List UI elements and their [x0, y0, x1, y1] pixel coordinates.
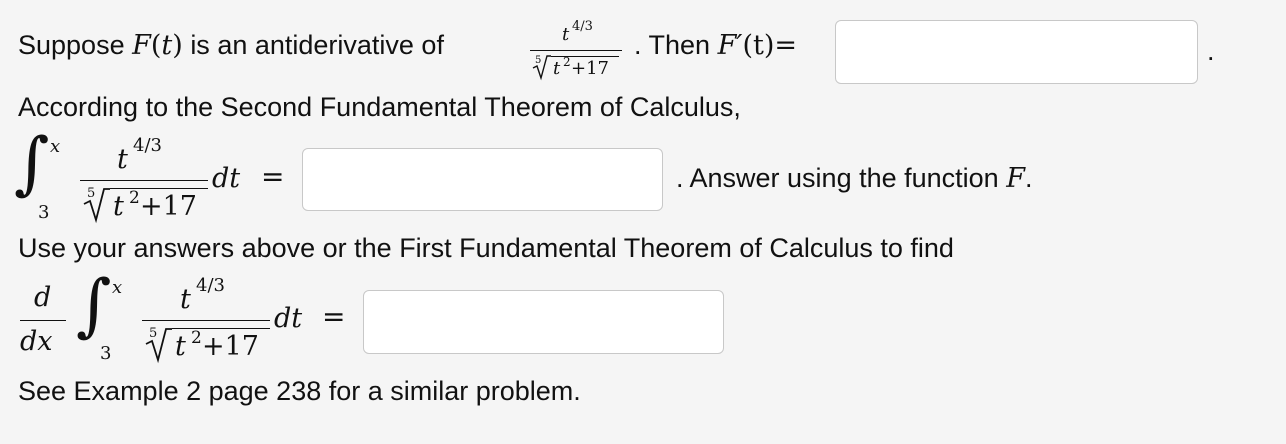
- answer-3-input[interactable]: [363, 290, 724, 354]
- line1-var: t: [161, 30, 173, 61]
- integral-1-upper: x: [50, 136, 61, 157]
- line1-eq: (t)=: [742, 30, 797, 61]
- problem-footer: See Example 2 page 238 for a similar pro…: [18, 376, 581, 406]
- integral-2-radical-overline: [172, 328, 270, 329]
- integral-1-fraction-bar: [80, 180, 208, 181]
- line1-prefix: Suppose: [18, 30, 125, 60]
- integral-2-numerator-exp: 4/3: [196, 275, 225, 296]
- derivative-fraction-bar: [20, 320, 66, 321]
- inline-denom-plus: +17: [571, 58, 609, 79]
- problem-line-4: Use your answers above or the First Fund…: [18, 233, 954, 263]
- line3-func: F: [1006, 163, 1025, 194]
- line1-period: .: [1207, 36, 1215, 66]
- answer-2-input[interactable]: [302, 148, 663, 211]
- integral-2-lower: 3: [100, 343, 112, 364]
- line1-then: . Then: [634, 30, 711, 60]
- integral-2-sign: ∫: [76, 266, 112, 345]
- integral-2-numerator-base: t: [180, 284, 191, 315]
- integral-1-denom-exp: 2: [129, 188, 140, 208]
- integral-2-dt: dt: [274, 303, 303, 334]
- integral-2-root-index: 5: [149, 326, 158, 341]
- inline-numerator-base: t: [562, 24, 570, 45]
- derivative-d: d: [34, 282, 52, 313]
- inline-root-index: 5: [535, 55, 542, 66]
- inline-denom-exp: 2: [563, 55, 571, 69]
- problem-line-1: Suppose F(t) is an antiderivative of: [18, 30, 444, 61]
- integral-1-equals: =: [261, 160, 285, 193]
- problem-line-2: According to the Second Fundamental Theo…: [18, 92, 741, 122]
- inline-numerator-exp: 4/3: [572, 19, 593, 34]
- integral-1-radical-overline: [110, 188, 208, 189]
- inline-denom-base: t: [553, 58, 561, 79]
- answer-1-input[interactable]: [835, 20, 1198, 84]
- integral-2-fraction-bar: [142, 320, 270, 321]
- integral-1-root-index: 5: [87, 186, 96, 201]
- integral-2-denom-plus: +17: [202, 331, 259, 362]
- line3-period: .: [1024, 163, 1033, 193]
- integral-2-upper: x: [112, 277, 123, 298]
- integral-2-denom-exp: 2: [191, 328, 202, 348]
- integral-1-denom-base: t: [113, 191, 124, 222]
- integral-1-numerator-base: t: [117, 144, 128, 175]
- integral-1-sign: ∫: [14, 124, 50, 203]
- line1-deriv: F′: [717, 30, 743, 61]
- inline-fraction-bar: [530, 50, 622, 51]
- line1-middle: is an antiderivative of: [190, 30, 444, 60]
- inline-radical-overline: [551, 56, 619, 57]
- line3-suffix: . Answer using the function: [676, 163, 999, 193]
- integral-2-denom-base: t: [175, 331, 186, 362]
- line1-paren-open: (: [150, 30, 162, 61]
- line1-func: F: [132, 30, 151, 61]
- integral-2-equals: =: [322, 300, 346, 333]
- integral-1-denom-plus: +17: [140, 191, 197, 222]
- derivative-dx: dx: [20, 326, 53, 357]
- integral-1-numerator-exp: 4/3: [133, 135, 162, 156]
- integral-1-lower: 3: [38, 202, 50, 223]
- line1-paren-close: ): [172, 30, 183, 61]
- integral-1-dt: dt: [212, 163, 241, 194]
- problem-line-3: . Answer using the function F.: [676, 163, 1032, 194]
- problem-line-1-right: . Then F′(t)=: [634, 30, 797, 61]
